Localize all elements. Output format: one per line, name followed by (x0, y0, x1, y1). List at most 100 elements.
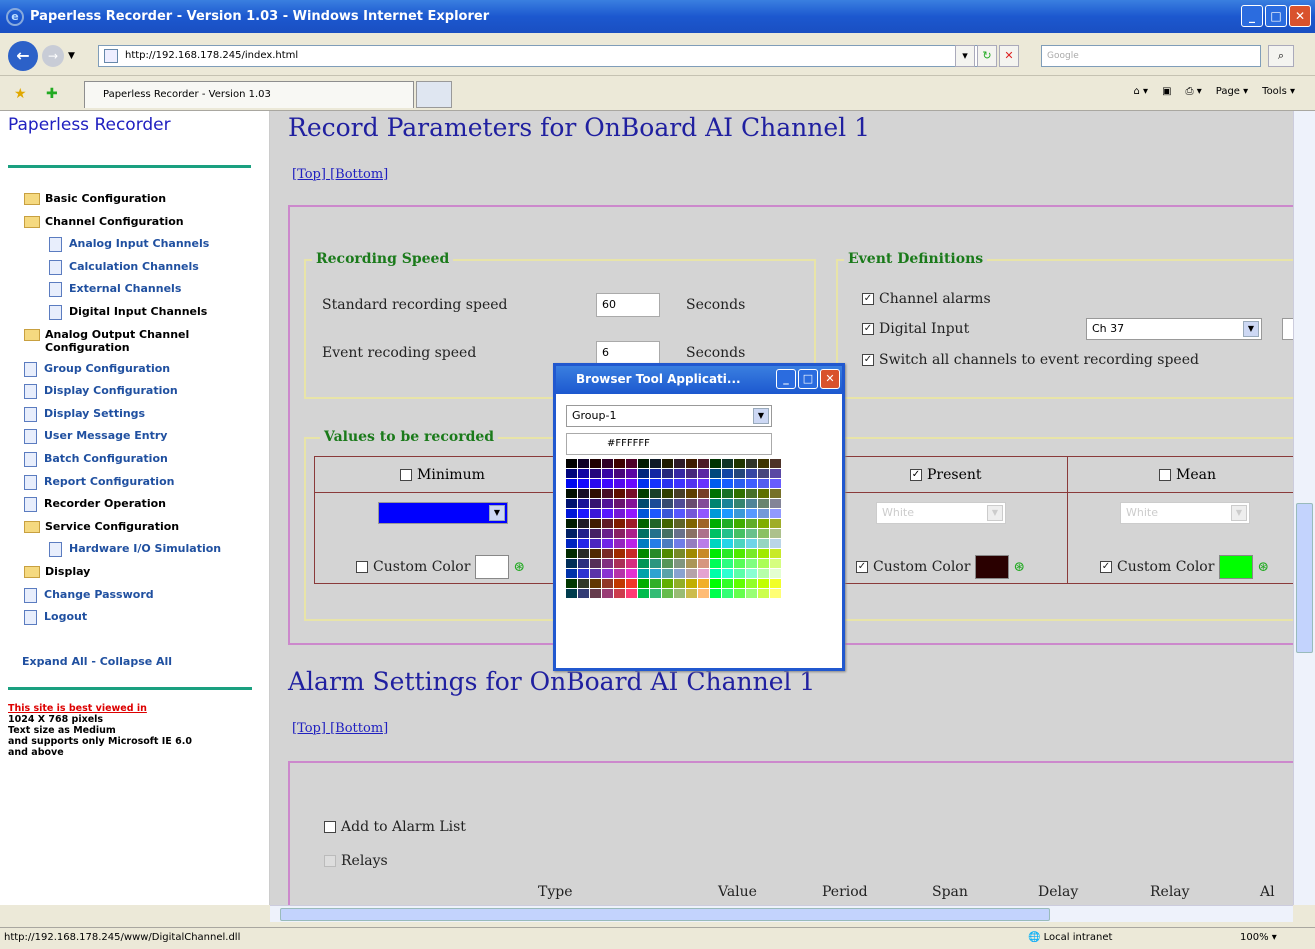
color-cell[interactable] (602, 509, 613, 518)
color-cell[interactable] (614, 529, 625, 538)
color-cell[interactable] (674, 489, 685, 498)
color-cell[interactable] (578, 539, 589, 548)
color-cell[interactable] (698, 479, 709, 488)
mean-color-swatch[interactable] (1218, 555, 1253, 579)
color-cell[interactable] (722, 589, 733, 598)
back-button[interactable]: ← (8, 41, 38, 71)
color-cell[interactable] (614, 549, 625, 558)
color-cell[interactable] (638, 499, 649, 508)
color-cell[interactable] (734, 459, 745, 468)
channel-select[interactable]: Ch 37 ▼ (1086, 318, 1262, 340)
history-dropdown-icon[interactable]: ▼ (68, 51, 75, 61)
color-cell[interactable] (746, 529, 757, 538)
color-cell[interactable] (710, 479, 721, 488)
color-cell[interactable] (758, 539, 769, 548)
color-cell[interactable] (710, 519, 721, 528)
color-cell[interactable] (686, 489, 697, 498)
color-cell[interactable] (614, 589, 625, 598)
color-cell[interactable] (698, 499, 709, 508)
color-cell[interactable] (626, 519, 637, 528)
relays-option[interactable]: Relays (324, 853, 388, 869)
sidebar-item[interactable]: Service Configuration (24, 520, 269, 543)
color-cell[interactable] (602, 559, 613, 568)
sidebar-item[interactable]: Analog Input Channels (24, 237, 269, 260)
color-cell[interactable] (770, 519, 781, 528)
color-cell[interactable] (566, 539, 577, 548)
color-cell[interactable] (698, 579, 709, 588)
color-cell[interactable] (758, 509, 769, 518)
mean-custom-color[interactable]: ✓ Custom Color ⊛ (1100, 555, 1269, 579)
color-cell[interactable] (614, 479, 625, 488)
color-cell[interactable] (590, 469, 601, 478)
color-cell[interactable] (686, 479, 697, 488)
color-cell[interactable] (578, 509, 589, 518)
standard-speed-input[interactable]: 60 (596, 293, 660, 317)
color-cell[interactable] (626, 559, 637, 568)
color-cell[interactable] (638, 549, 649, 558)
color-cell[interactable] (674, 499, 685, 508)
color-cell[interactable] (746, 519, 757, 528)
popup-close-button[interactable]: ✕ (820, 369, 840, 389)
color-cell[interactable] (662, 519, 673, 528)
color-cell[interactable] (650, 499, 661, 508)
search-input[interactable]: Google (1041, 45, 1261, 67)
color-cell[interactable] (710, 569, 721, 578)
color-cell[interactable] (698, 509, 709, 518)
maximize-button[interactable]: □ (1265, 5, 1287, 27)
color-cell[interactable] (590, 589, 601, 598)
color-cell[interactable] (722, 579, 733, 588)
color-cell[interactable] (650, 519, 661, 528)
color-cell[interactable] (722, 569, 733, 578)
color-cell[interactable] (626, 489, 637, 498)
mean-checkbox[interactable] (1159, 469, 1171, 481)
expand-collapse-link[interactable]: Expand All - Collapse All (22, 655, 172, 668)
color-cell[interactable] (674, 459, 685, 468)
alarm-bottom-link[interactable]: [Bottom] (330, 721, 388, 736)
minimum-custom-checkbox[interactable] (356, 561, 368, 573)
color-cell[interactable] (590, 519, 601, 528)
color-cell[interactable] (770, 589, 781, 598)
color-cell[interactable] (734, 539, 745, 548)
color-cell[interactable] (614, 489, 625, 498)
minimum-color-swatch[interactable] (474, 555, 509, 579)
color-cell[interactable] (698, 529, 709, 538)
color-cell[interactable] (590, 569, 601, 578)
color-cell[interactable] (626, 469, 637, 478)
color-cell[interactable] (566, 579, 577, 588)
color-picker-icon[interactable]: ⊛ (513, 559, 525, 575)
color-cell[interactable] (590, 529, 601, 538)
color-cell[interactable] (770, 529, 781, 538)
color-cell[interactable] (674, 529, 685, 538)
popup-minimize-button[interactable]: _ (776, 369, 796, 389)
color-cell[interactable] (770, 479, 781, 488)
color-cell[interactable] (710, 489, 721, 498)
digital-input-checkbox[interactable]: ✓ (862, 323, 874, 335)
color-cell[interactable] (674, 589, 685, 598)
color-value-input[interactable]: #FFFFFF (566, 433, 772, 455)
color-cell[interactable] (662, 469, 673, 478)
color-cell[interactable] (770, 509, 781, 518)
color-cell[interactable] (650, 459, 661, 468)
color-cell[interactable] (590, 579, 601, 588)
horizontal-scrollbar[interactable] (270, 905, 1293, 922)
color-cell[interactable] (710, 589, 721, 598)
color-cell[interactable] (566, 559, 577, 568)
color-cell[interactable] (578, 499, 589, 508)
color-cell[interactable] (578, 569, 589, 578)
sidebar-item[interactable]: Logout (24, 610, 269, 633)
color-cell[interactable] (722, 469, 733, 478)
color-cell[interactable] (662, 579, 673, 588)
feeds-icon[interactable]: ▣ (1162, 86, 1171, 97)
sidebar-item[interactable]: External Channels (24, 282, 269, 305)
address-input[interactable]: http://192.168.178.245/index.html (98, 45, 978, 67)
color-cell[interactable] (722, 539, 733, 548)
color-cell[interactable] (650, 479, 661, 488)
new-tab-button[interactable] (416, 81, 452, 108)
color-cell[interactable] (662, 479, 673, 488)
color-cell[interactable] (602, 479, 613, 488)
popup-maximize-button[interactable]: □ (798, 369, 818, 389)
color-cell[interactable] (686, 459, 697, 468)
minimize-button[interactable]: _ (1241, 5, 1263, 27)
extra-select[interactable] (1282, 318, 1293, 340)
color-cell[interactable] (758, 489, 769, 498)
